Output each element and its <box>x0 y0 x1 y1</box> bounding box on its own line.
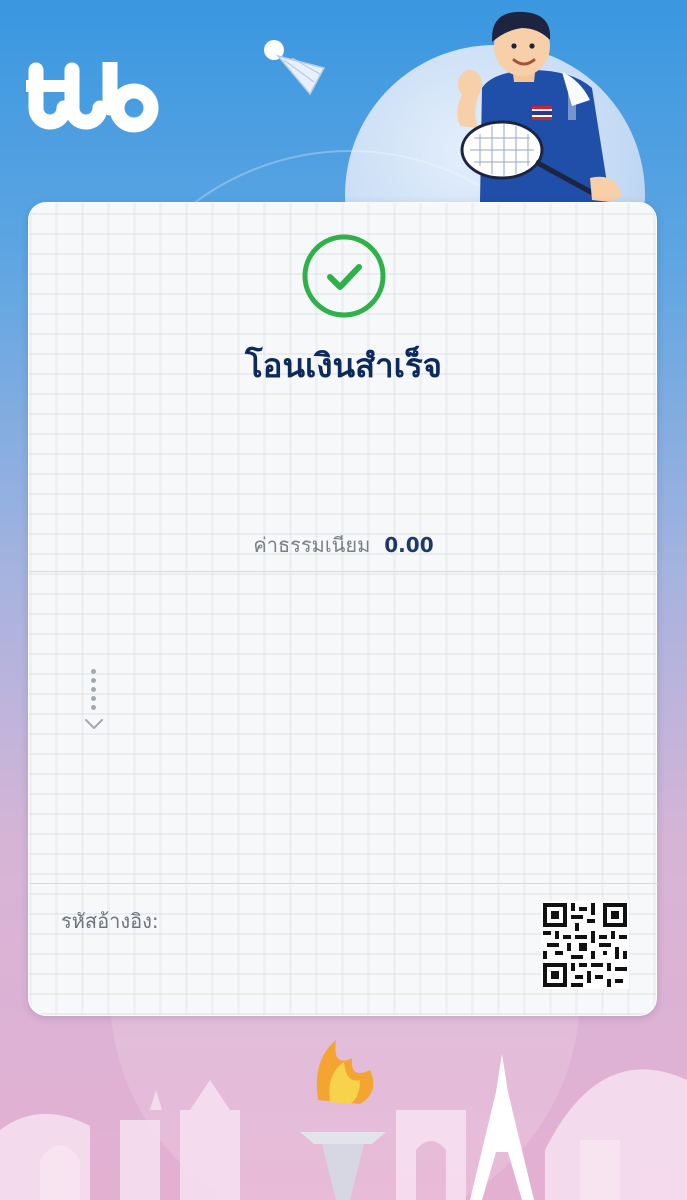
reference-label: รหัสอ้างอิง: <box>61 909 159 933</box>
check-circle-icon <box>302 234 386 318</box>
transfer-receipt-card: โอนเงินสำเร็จ ค่าธรรมเนียม 0.00 รหัสอ้างอ… <box>28 202 658 1016</box>
shuttlecock-icon <box>264 40 326 96</box>
expand-dots[interactable] <box>91 669 97 714</box>
fee-value: 0.00 <box>384 533 434 557</box>
ttb-logo <box>26 62 159 133</box>
qr-code-icon[interactable] <box>541 901 629 989</box>
fee-label: ค่าธรรมเนียม <box>253 533 371 557</box>
chevron-down-icon[interactable] <box>85 719 103 731</box>
badminton-player-illustration <box>457 11 622 202</box>
transfer-success-title: โอนเงินสำเร็จ <box>244 346 443 385</box>
divider <box>29 571 658 572</box>
divider <box>29 883 658 884</box>
paris-skyline-illustration <box>0 1040 687 1200</box>
fee-row: ค่าธรรมเนียม 0.00 <box>29 529 658 561</box>
